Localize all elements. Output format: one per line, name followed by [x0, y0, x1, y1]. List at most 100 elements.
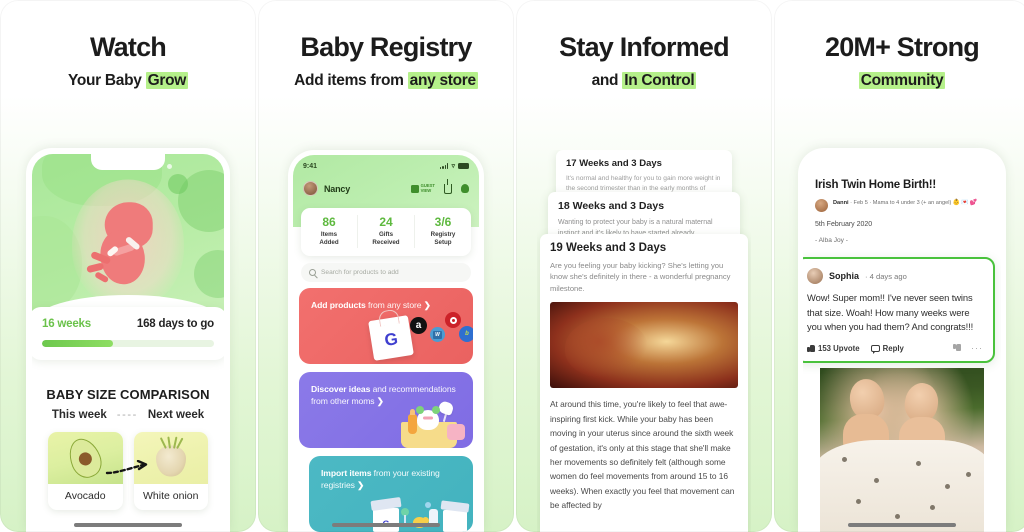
fetus-illustration-area	[32, 154, 224, 327]
promo-bold: Add products	[311, 300, 366, 310]
panel-2-subtitle: Add items from any store	[258, 71, 514, 91]
weeks-label: 16 weeks	[42, 318, 91, 330]
phone-mockup-growth: 16 weeks 168 days to go BABY SIZE COMPAR…	[26, 148, 230, 532]
stat-items-added[interactable]: 86 Items Added	[301, 215, 357, 248]
guest-view-line2: VIEW	[420, 187, 432, 193]
progress-bar-fill	[42, 340, 113, 347]
panel-1-subtitle: Your Baby Grow	[0, 71, 256, 91]
panel-community[interactable]: 20M+ Strong Community Irish Twin Home Bi…	[774, 0, 1024, 532]
phone-notch	[865, 153, 939, 169]
avatar	[303, 181, 318, 196]
avatar	[815, 199, 828, 212]
page-title: Stay Informed	[559, 32, 729, 62]
panel-3-headline-block: Stay Informed and In Control	[516, 0, 772, 90]
comment-time: · 4 days ago	[865, 271, 907, 281]
highlighted-comment-card[interactable]: Sophia · 4 days ago Wow! Super mom!! I'v…	[803, 257, 995, 363]
box-icon: G	[373, 508, 399, 532]
panel-2-headline-block: Baby Registry Add items from any store	[258, 0, 514, 90]
chevron-right-icon: ❯	[357, 480, 365, 491]
panel-3-subtitle-prefix: and	[591, 71, 623, 89]
registry-user-row[interactable]: Nancy GUEST VIEW	[303, 178, 469, 196]
this-week-label: This week	[51, 409, 107, 421]
reply-button[interactable]: Reply	[870, 343, 904, 354]
post-meta-row: Danni · Feb 5 · Mama to 4 under 3 (+ an …	[815, 199, 989, 212]
app-screen-community: Irish Twin Home Birth!! Danni · Feb 5 · …	[803, 153, 1001, 532]
article-photo	[550, 302, 738, 389]
sock-icon	[437, 400, 455, 416]
search-input[interactable]: Search for products to add	[301, 263, 471, 282]
post-date: 5th February 2020	[815, 221, 873, 228]
promo-add-products[interactable]: Add products from any store ❯ G a W b	[299, 288, 473, 364]
milestone-title: 17 Weeks and 3 Days	[566, 158, 662, 169]
panel-3-subtitle-highlight: In Control	[622, 71, 697, 89]
comment-header: Sophia · 4 days ago	[807, 268, 983, 284]
stat-label: Items Added	[319, 231, 339, 247]
comment-text: Wow! Super mom!! I've never seen twins t…	[807, 292, 974, 333]
buybuybaby-icon: b	[459, 326, 473, 342]
comment-actions: 153 Upvote Reply ···	[807, 343, 983, 354]
promo-import-items[interactable]: Import items from your existing registri…	[309, 456, 473, 532]
user-name: Nancy	[324, 183, 351, 194]
dashed-connector: ----	[116, 409, 138, 421]
thumbs-down-icon[interactable]	[953, 344, 961, 352]
chevron-right-icon: ❯	[423, 300, 431, 310]
more-options-icon[interactable]: ···	[971, 344, 983, 352]
this-week-item-label: Avocado	[64, 490, 106, 502]
box-icon	[443, 510, 467, 532]
upvote-button[interactable]: 153 Upvote	[807, 344, 860, 353]
stat-label: Gifts Received	[372, 231, 400, 247]
guest-view-icon	[410, 184, 419, 193]
plush-toy-icon	[416, 406, 440, 430]
guest-view-button[interactable]: GUEST VIEW	[410, 183, 435, 194]
stat-value: 86	[322, 215, 336, 229]
page-title: Watch	[90, 32, 167, 62]
upvote-label: 153 Upvote	[818, 343, 860, 353]
arrow-right-dashed-icon	[105, 460, 148, 475]
post-subtitle: - Alba Joy -	[815, 237, 848, 244]
fetus-icon	[86, 201, 159, 288]
stat-gifts-received[interactable]: 24 Gifts Received	[357, 215, 414, 248]
pregnancy-progress-card[interactable]: 16 weeks 168 days to go	[32, 307, 224, 360]
milestone-body: Are you feeling your baby kicking? She's…	[550, 261, 731, 293]
comment-author: Sophia	[829, 271, 860, 281]
panel-2-subtitle-prefix: Add items from	[294, 71, 408, 89]
baby-size-comparison-title: BABY SIZE COMPARISON	[46, 387, 210, 402]
share-icon[interactable]	[444, 178, 452, 194]
phone-mockup-community: Irish Twin Home Birth!! Danni · Feb 5 · …	[798, 148, 1006, 532]
phone-notch	[91, 154, 165, 170]
panel-1-headline-block: Watch Your Baby Grow	[0, 0, 256, 90]
avatar	[807, 268, 823, 284]
panel-3-subtitle: and In Control	[516, 71, 772, 91]
bell-icon[interactable]	[461, 184, 469, 193]
promo-discover-ideas[interactable]: Discover ideas and recommendations from …	[299, 372, 473, 448]
post-title: Irish Twin Home Birth!!	[815, 179, 937, 191]
search-placeholder: Search for products to add	[321, 269, 399, 276]
stat-registry-setup[interactable]: 3/6 Registry Setup	[414, 215, 471, 248]
panel-watch-your-baby-grow[interactable]: Watch Your Baby Grow 16 weeks 168 days t…	[0, 0, 256, 532]
home-indicator	[332, 523, 440, 527]
amazon-icon: a	[410, 317, 427, 334]
rattle-icon	[401, 508, 409, 524]
panel-baby-registry[interactable]: Baby Registry Add items from any store 9…	[258, 0, 514, 532]
home-indicator	[74, 523, 182, 527]
shopping-bag-icon: G	[368, 315, 414, 361]
baby-basket-illustration	[379, 398, 465, 448]
days-to-go-label: 168 days to go	[136, 318, 214, 330]
battery-icon	[458, 163, 469, 169]
stat-value: 24	[379, 215, 393, 229]
home-indicator	[848, 523, 956, 527]
promo-bold: Import items	[321, 468, 372, 478]
status-time: 9:41	[303, 162, 318, 170]
milestone-title: 19 Weeks and 3 Days	[550, 242, 667, 254]
next-week-item-label: White onion	[143, 490, 199, 502]
week-compare-labels: This week ---- Next week	[32, 409, 224, 421]
post-meta: · Feb 5 · Mama to 4 under 3 (+ an angel)	[850, 200, 952, 206]
milestone-title: 18 Weeks and 3 Days	[558, 200, 665, 212]
promo-bold: Discover ideas	[311, 384, 371, 394]
reply-label: Reply	[882, 343, 904, 353]
post-author: Danni	[833, 200, 849, 206]
panel-stay-informed[interactable]: Stay Informed and In Control 17 Weeks an…	[516, 0, 772, 532]
post-photo-twins	[820, 368, 984, 532]
milestone-card-19-weeks[interactable]: 19 Weeks and 3 Days Are you feeling your…	[540, 234, 748, 532]
page-title: Baby Registry	[300, 32, 472, 62]
